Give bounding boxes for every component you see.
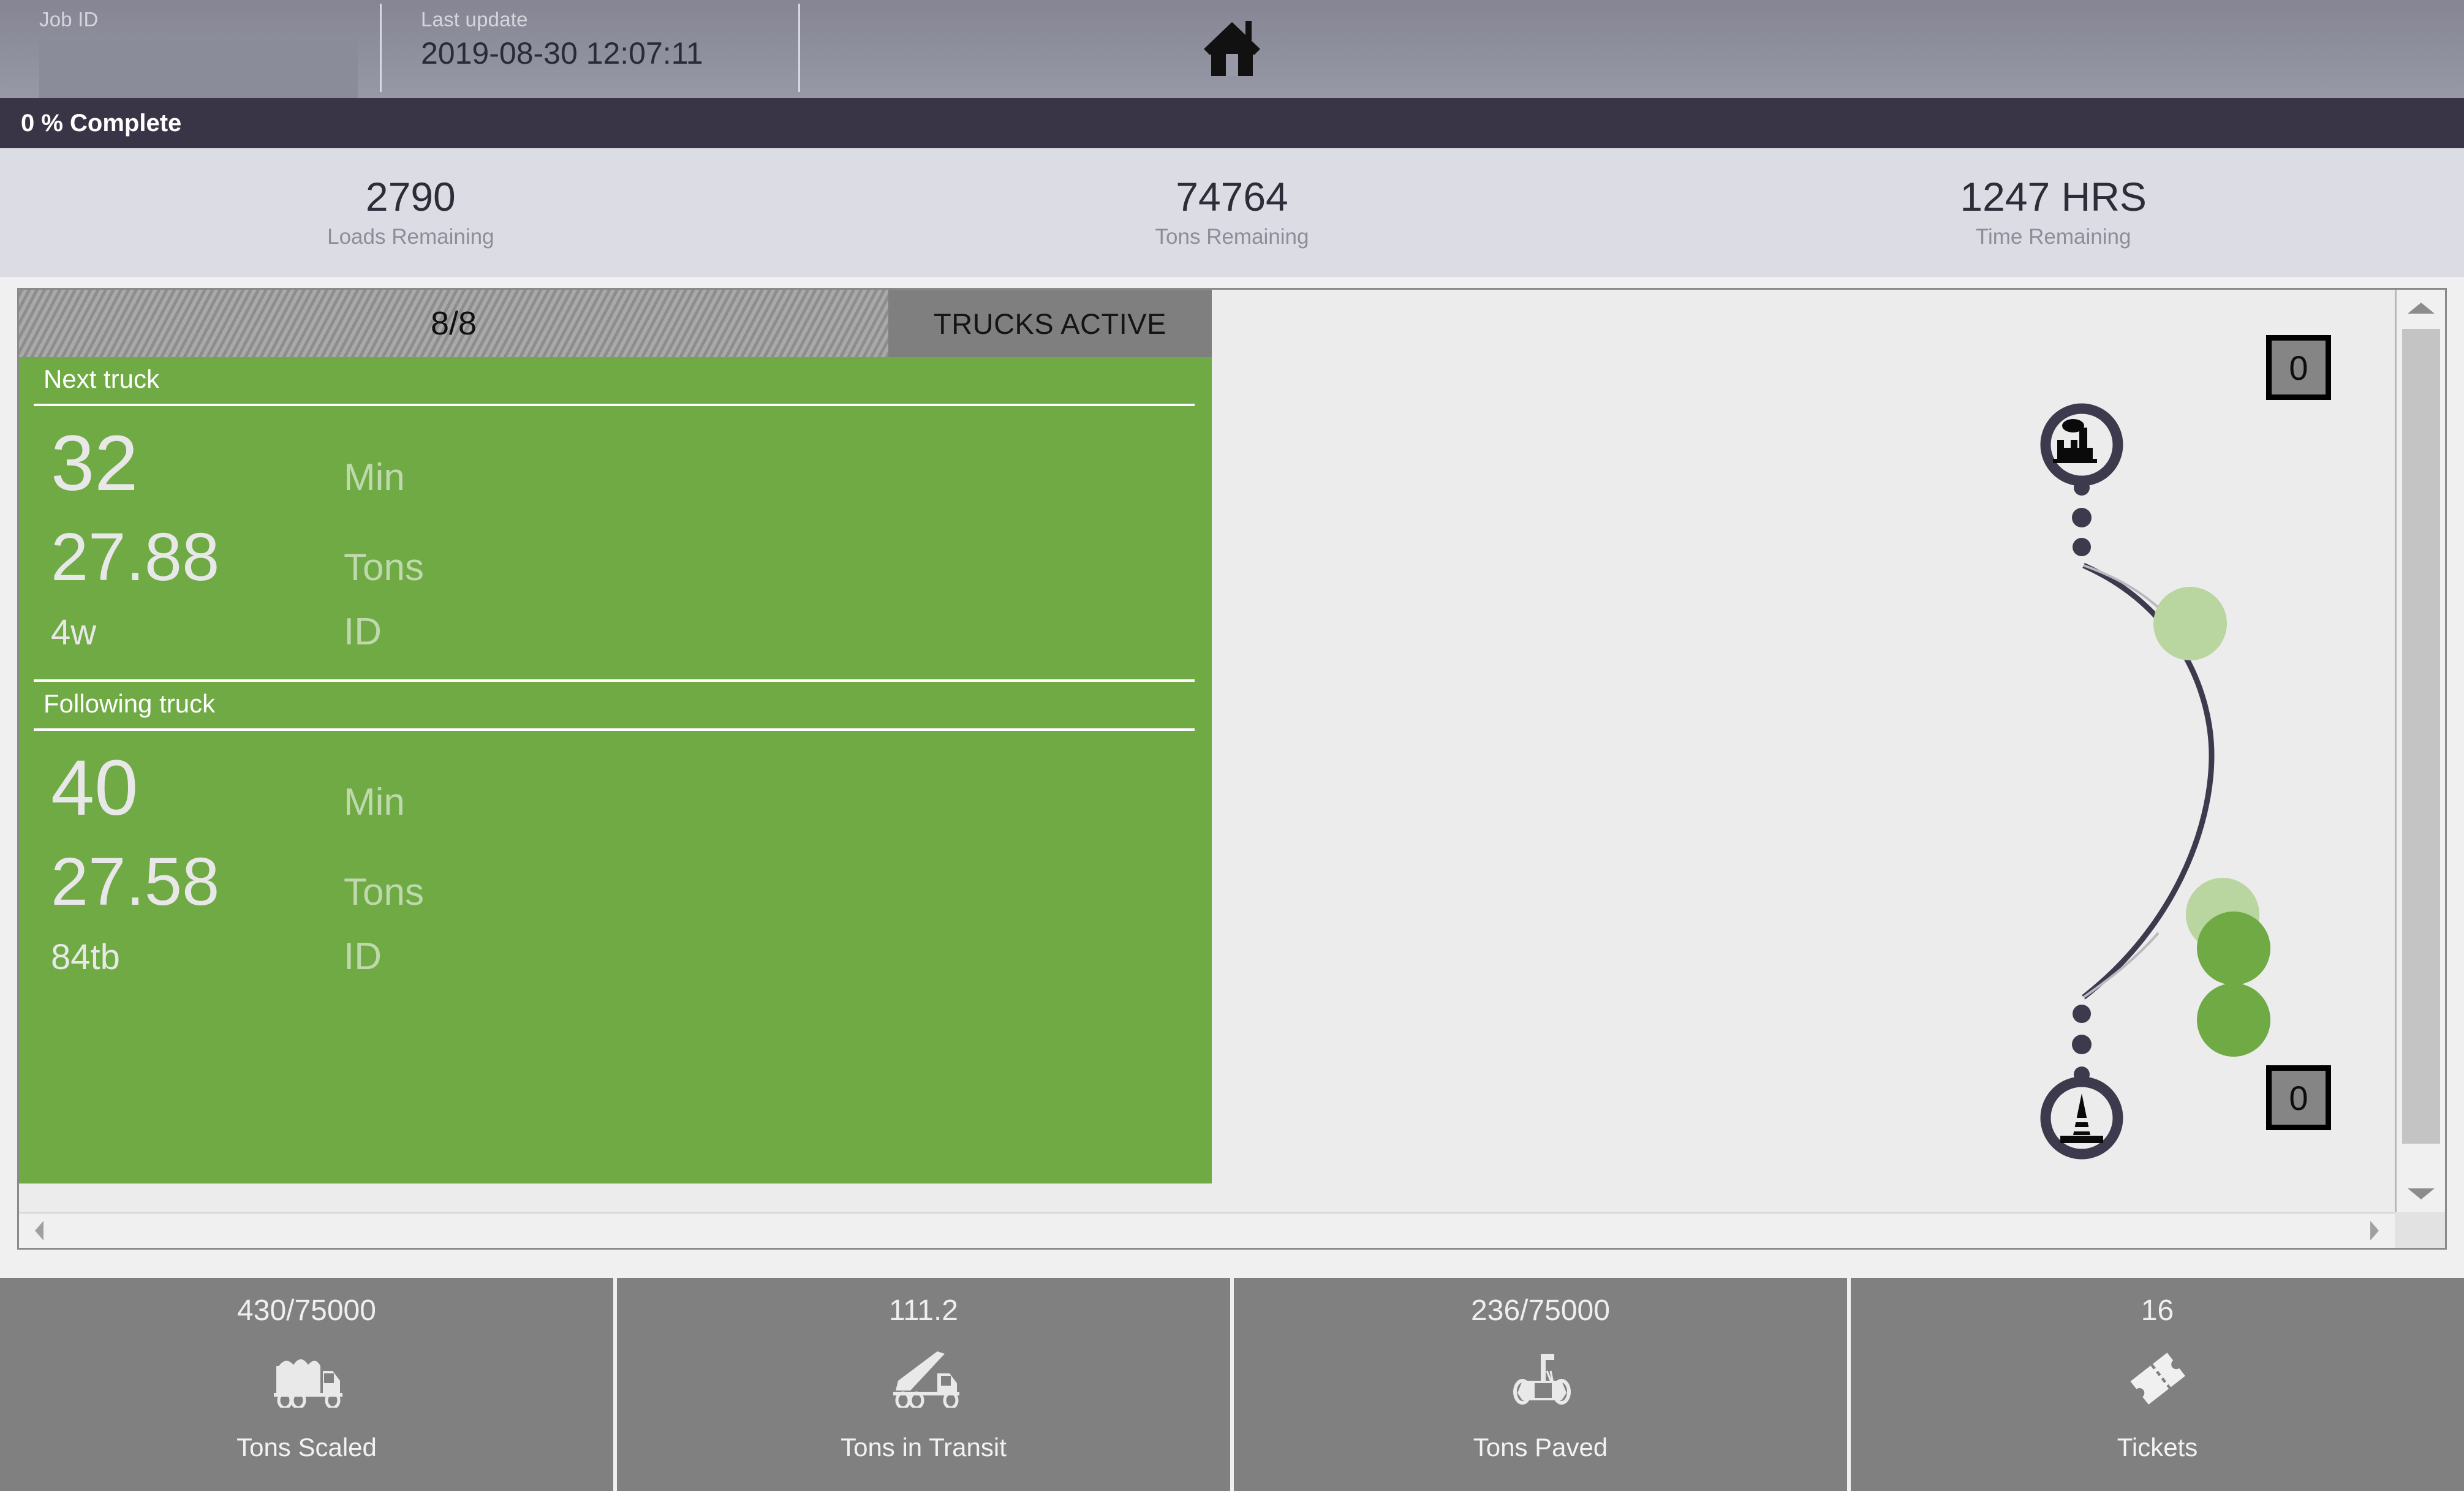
truck-queue-panel[interactable]: Next truck 32 Min 27.88 Tons 4w ID Follo… <box>19 357 1212 1183</box>
job-id-label: Job ID <box>39 8 99 31</box>
next-truck-minutes-row: 32 Min <box>19 425 1212 503</box>
next-truck-minutes-unit: Min <box>344 456 405 499</box>
next-truck-title: Next truck <box>43 364 160 393</box>
job-id-input[interactable] <box>39 40 358 107</box>
stat-tons-in-transit[interactable]: 111.2 Tons in Transit <box>617 1278 1230 1491</box>
scroll-right-button[interactable] <box>2357 1214 2392 1248</box>
progress-label: 0 % Complete <box>21 109 182 137</box>
stat-tickets[interactable]: 16 Tickets <box>1851 1278 2464 1491</box>
following-truck-minutes-unit: Min <box>344 781 405 823</box>
following-truck-tons-row: 27.58 Tons <box>19 848 1212 916</box>
stat-label: Tons in Transit <box>841 1433 1007 1462</box>
next-truck-rule <box>34 404 1195 406</box>
kpi-row: 2790 Loads Remaining 74764 Tons Remainin… <box>0 148 2464 277</box>
following-truck-id: 84tb <box>51 937 120 977</box>
badge-bottom-value: 0 <box>2289 1078 2308 1117</box>
trucks-active-gauge: 8/8 <box>19 290 888 357</box>
next-truck-id-row: 4w ID <box>19 613 1212 651</box>
dump-truck-loaded-icon <box>266 1345 347 1412</box>
vertical-scroll-thumb[interactable] <box>2402 329 2440 1144</box>
next-truck-id: 4w <box>51 613 97 652</box>
haul-route-visualization[interactable]: 0 0 <box>1212 290 2395 1212</box>
following-truck-tons: 27.58 <box>51 844 220 919</box>
progress-bar: 0 % Complete <box>0 98 2464 148</box>
dump-truck-tipping-icon <box>883 1345 964 1412</box>
next-truck-tons: 27.88 <box>51 519 220 595</box>
home-icon <box>1204 21 1260 76</box>
badge-top-value: 0 <box>2289 348 2308 387</box>
kpi-tons-remaining: 74764 Tons Remaining <box>822 148 1643 277</box>
next-truck-id-unit: ID <box>344 611 382 653</box>
scroll-down-button[interactable] <box>2397 1176 2445 1212</box>
header-divider-2 <box>798 4 800 92</box>
following-truck-minutes-row: 40 Min <box>19 749 1212 828</box>
last-update-cell: Last update 2019-08-30 12:07:11 <box>382 0 798 98</box>
stat-value: 16 <box>2141 1294 2174 1327</box>
scroll-left-button[interactable] <box>21 1214 57 1248</box>
stat-value: 111.2 <box>889 1294 958 1327</box>
scroll-left-arrow-icon <box>35 1221 43 1240</box>
following-truck-rule <box>34 728 1195 731</box>
following-truck-title: Following truck <box>43 689 216 718</box>
plant-node[interactable] <box>2040 403 2123 486</box>
stat-label: Tickets <box>2117 1433 2198 1462</box>
kpi-label: Time Remaining <box>1975 224 2131 249</box>
stat-tons-paved[interactable]: 236/75000 Tons Paved <box>1234 1278 1847 1491</box>
trucks-active-label: TRUCKS ACTIVE <box>934 307 1166 340</box>
site-tail-dots <box>2072 1005 2092 1082</box>
home-button[interactable] <box>1189 12 1275 86</box>
following-truck-id-row: 84tb ID <box>19 938 1212 976</box>
scroll-up-button[interactable] <box>2397 290 2445 327</box>
following-truck-minutes: 40 <box>51 744 138 832</box>
scrollbar-corner <box>2395 1212 2445 1248</box>
traffic-cone-icon <box>2060 1093 2103 1143</box>
factory-icon <box>2053 419 2097 463</box>
kpi-value: 74764 <box>1176 174 1288 220</box>
truck-dot[interactable] <box>2153 587 2227 660</box>
scroll-up-arrow-icon <box>2407 303 2435 314</box>
stat-tons-scaled[interactable]: 430/75000 Tons Scaled <box>0 1278 613 1491</box>
stat-label: Tons Paved <box>1473 1433 1608 1462</box>
trucks-active-count: 8/8 <box>430 305 477 342</box>
stat-label: Tons Scaled <box>236 1433 377 1462</box>
badge-bottom-count: 0 <box>2266 1065 2331 1130</box>
stat-value: 236/75000 <box>1471 1294 1610 1327</box>
following-truck-block: Following truck 40 Min 27.58 Tons 84tb I… <box>19 679 1212 976</box>
last-update-label: Last update <box>421 8 528 31</box>
badge-top-count: 0 <box>2266 335 2331 400</box>
ticket-icon <box>2124 1345 2191 1412</box>
vertical-scrollbar[interactable] <box>2395 290 2445 1212</box>
kpi-time-remaining: 1247 HRS Time Remaining <box>1642 148 2464 277</box>
truck-dot[interactable] <box>2197 983 2270 1057</box>
plant-tail-dots <box>2072 480 2092 556</box>
scroll-right-arrow-icon <box>2370 1221 2379 1240</box>
following-truck-tons-unit: Tons <box>344 871 424 913</box>
trucks-active-label-box: TRUCKS ACTIVE <box>888 290 1212 357</box>
kpi-label: Loads Remaining <box>327 224 494 249</box>
next-truck-block: Next truck 32 Min 27.88 Tons 4w ID <box>19 357 1212 651</box>
following-truck-id-unit: ID <box>344 935 382 978</box>
kpi-value: 2790 <box>365 174 456 220</box>
scroll-down-arrow-icon <box>2407 1188 2435 1199</box>
truck-dot[interactable] <box>2197 912 2270 985</box>
paver-icon <box>1500 1345 1581 1412</box>
main-content-panel: 8/8 TRUCKS ACTIVE Next truck 32 Min 27.8… <box>17 288 2447 1250</box>
kpi-loads-remaining: 2790 Loads Remaining <box>0 148 822 277</box>
next-truck-tons-row: 27.88 Tons <box>19 524 1212 591</box>
kpi-value: 1247 HRS <box>1960 174 2147 220</box>
next-truck-tons-unit: Tons <box>344 546 424 589</box>
stat-value: 430/75000 <box>237 1294 376 1327</box>
job-site-node[interactable] <box>2040 1076 2123 1160</box>
last-update-value: 2019-08-30 12:07:11 <box>421 36 703 71</box>
bottom-stats-bar: 430/75000 Tons Scaled 111.2 Tons in Tran… <box>0 1273 2464 1491</box>
horizontal-scrollbar[interactable] <box>19 1212 2395 1248</box>
trucks-active-header: 8/8 TRUCKS ACTIVE <box>19 290 1212 357</box>
job-id-cell: Job ID <box>0 0 380 107</box>
next-truck-minutes: 32 <box>51 420 138 507</box>
kpi-label: Tons Remaining <box>1155 224 1309 249</box>
